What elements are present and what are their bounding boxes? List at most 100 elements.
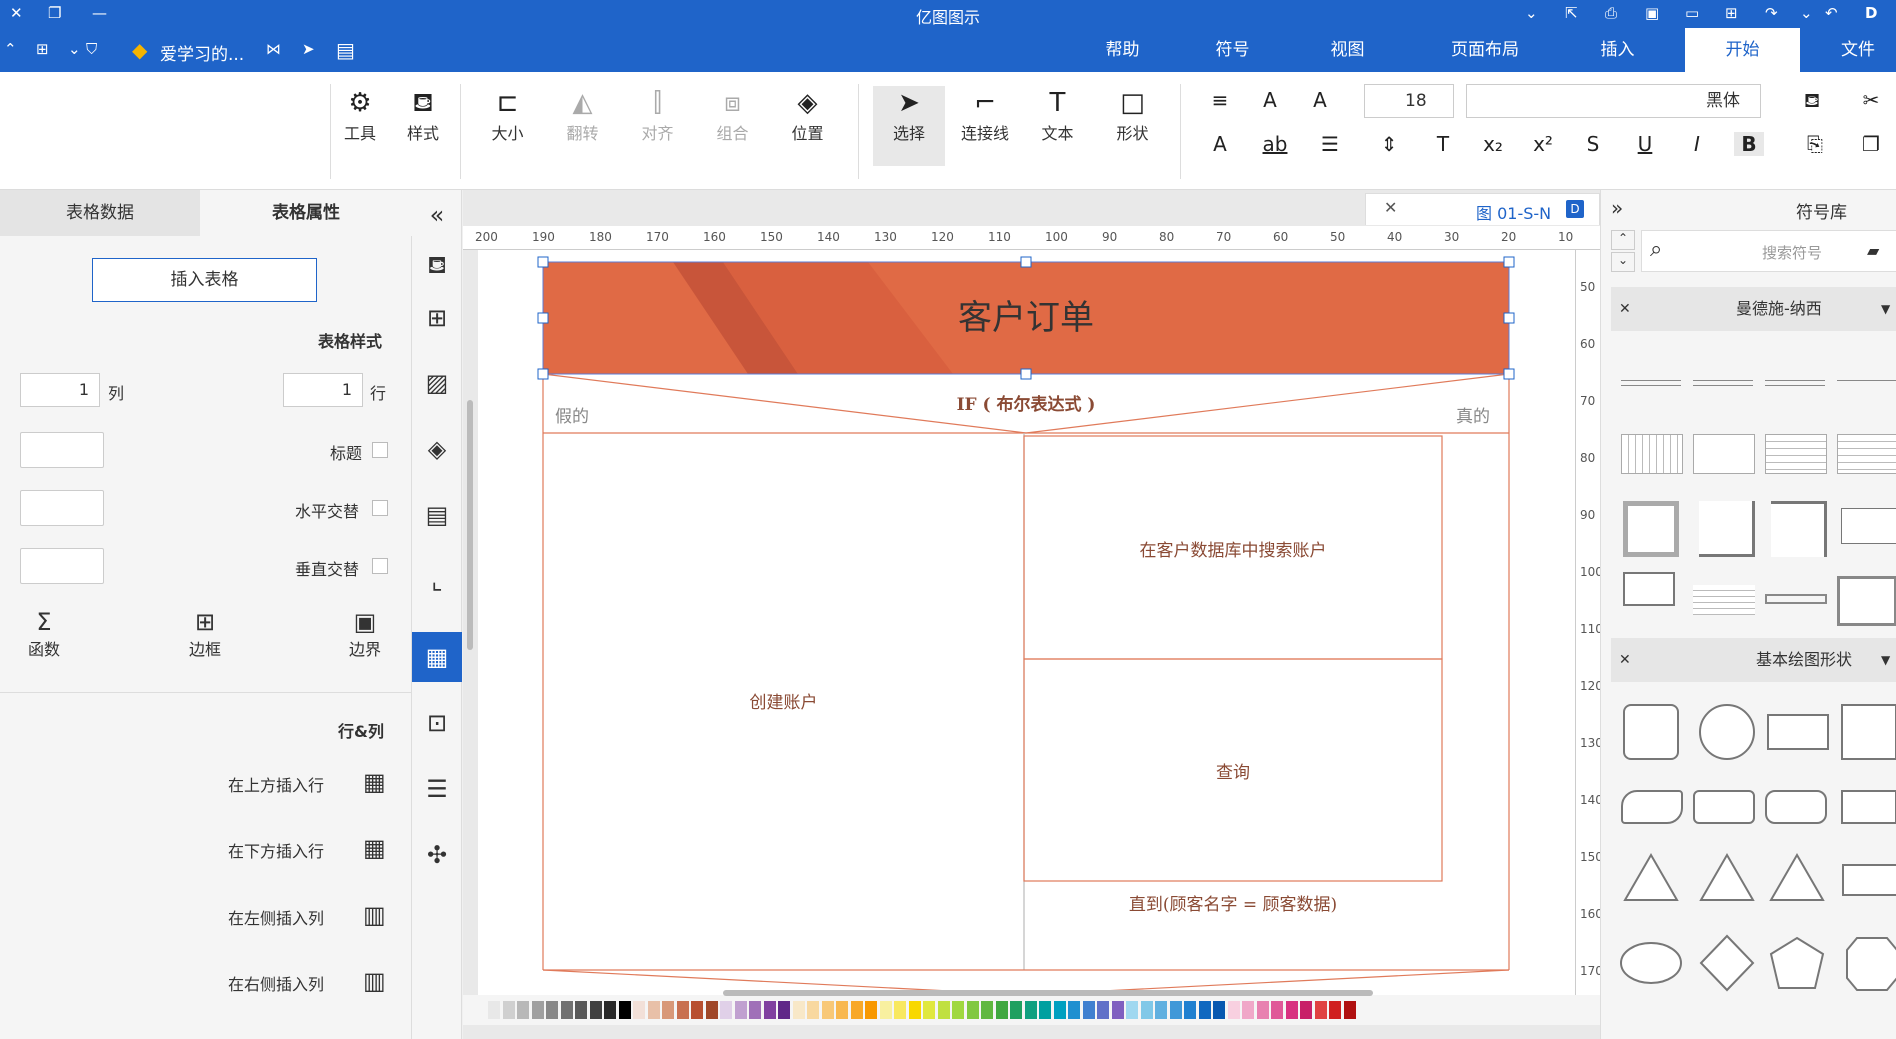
vertical-scrollbar[interactable]	[467, 400, 473, 650]
bold-icon[interactable]: B	[1734, 132, 1764, 156]
if-expression[interactable]: IF ( 布尔表达式 )	[543, 390, 1509, 415]
rounded-rect-shape[interactable]	[1693, 790, 1755, 824]
nassi-shape-7[interactable]	[1765, 434, 1827, 474]
palette-swatch[interactable]	[734, 1001, 747, 1019]
palette-swatch[interactable]	[749, 1001, 761, 1019]
palette-swatch[interactable]	[1169, 1001, 1182, 1019]
scroll-down-icon[interactable]: ⌄	[1611, 252, 1635, 272]
library-menu-icon[interactable]: ▰	[1867, 241, 1879, 260]
column-count-input[interactable]: 1	[20, 373, 100, 407]
text-direction-icon[interactable]: T	[1428, 132, 1458, 156]
diagram-title[interactable]: 客户订单	[543, 290, 1509, 339]
insert-right-item[interactable]: 在右侧插入列 ▥	[228, 967, 408, 995]
palette-swatch[interactable]	[560, 1001, 573, 1019]
palette-swatch[interactable]	[705, 1001, 718, 1019]
circle-shape[interactable]	[1699, 704, 1755, 760]
palette-swatch[interactable]	[502, 1001, 515, 1019]
palette-swatch[interactable]	[821, 1001, 834, 1019]
export-icon[interactable]: ⇱	[1565, 4, 1578, 22]
tools-button[interactable]: ⚙ 工具	[335, 86, 385, 144]
nassi-shape-9[interactable]	[1623, 501, 1679, 557]
palette-swatch[interactable]	[792, 1001, 805, 1019]
palette-swatch[interactable]	[1343, 1001, 1356, 1019]
underline-icon[interactable]: U	[1630, 132, 1660, 156]
color-palette[interactable]	[463, 995, 1600, 1025]
palette-swatch[interactable]	[1300, 1001, 1312, 1019]
nassi-shape-12[interactable]	[1841, 508, 1896, 544]
palette-swatch[interactable]	[517, 1001, 529, 1019]
position-button[interactable]: ◈ 位置	[780, 86, 835, 144]
close-tab-icon[interactable]: ✕	[1384, 198, 1397, 217]
image-icon[interactable]: ▨	[412, 358, 462, 408]
nassi-shape-2[interactable]	[1693, 380, 1753, 386]
nassi-shape-13[interactable]	[1693, 585, 1755, 615]
select-button[interactable]: ➤ 选择	[873, 86, 945, 166]
scroll-up-icon[interactable]: ⌃	[1611, 230, 1635, 250]
palette-swatch[interactable]	[647, 1001, 660, 1019]
palette-swatch[interactable]	[1024, 1001, 1037, 1019]
palette-swatch[interactable]	[1126, 1001, 1138, 1019]
insert-table-button[interactable]: 插入表格	[92, 258, 317, 302]
cut-icon[interactable]: ✂	[1856, 88, 1886, 112]
frame-button[interactable]: ⊞ 边框	[185, 608, 225, 660]
close-library-icon[interactable]: ✕	[1619, 287, 1631, 331]
style-button[interactable]: ⛾ 样式	[398, 86, 448, 144]
comment-icon[interactable]: ▤	[336, 38, 355, 62]
table-icon[interactable]: ▦	[412, 632, 462, 682]
palette-swatch[interactable]	[1184, 1001, 1196, 1019]
palette-swatch[interactable]	[604, 1001, 616, 1019]
shape-button[interactable]: □ 形状	[1105, 86, 1160, 144]
grid-icon[interactable]: ⊞	[412, 293, 462, 343]
palette-swatch[interactable]	[879, 1001, 892, 1019]
search-db-text[interactable]: 在客户数据库中搜索账户	[1024, 536, 1442, 561]
palette-swatch[interactable]	[676, 1001, 689, 1019]
font-family-select[interactable]: 黑体	[1466, 84, 1761, 118]
align-button[interactable]: ⫿ 对齐	[630, 86, 685, 144]
collapse-icon[interactable]: ▼	[1881, 638, 1890, 682]
nassi-shape-4[interactable]	[1837, 380, 1896, 386]
collapse-icon[interactable]: ▼	[1881, 287, 1890, 331]
insert-above-item[interactable]: 在上方插入行 ▦	[228, 768, 408, 796]
menu-help[interactable]: 帮助	[1085, 28, 1160, 72]
palette-swatch[interactable]	[1227, 1001, 1240, 1019]
layers-icon[interactable]: ◈	[412, 424, 462, 474]
nassi-shape-6[interactable]	[1693, 434, 1755, 474]
floorplan-icon[interactable]: ⊡	[412, 698, 462, 748]
font-grow-icon[interactable]: A	[1305, 88, 1335, 112]
nassi-shape-8[interactable]	[1837, 434, 1896, 474]
palette-swatch[interactable]	[1010, 1001, 1022, 1019]
palette-swatch[interactable]	[720, 1001, 732, 1019]
palette-swatch[interactable]	[966, 1001, 979, 1019]
until-condition-text[interactable]: 直到(顾客名字 = 顾客数据)	[1024, 890, 1442, 915]
collapse-panel-icon[interactable]: «	[412, 190, 462, 240]
row-count-input[interactable]: 1	[283, 373, 363, 407]
tab-table-properties[interactable]: 表格属性	[200, 190, 412, 236]
palette-swatch[interactable]	[691, 1001, 703, 1019]
v-alt-color-swatch[interactable]	[20, 548, 104, 584]
group-button[interactable]: ⧈ 组合	[705, 86, 760, 144]
create-account-text[interactable]: 创建账户	[543, 688, 1024, 713]
palette-swatch[interactable]	[865, 1001, 877, 1019]
palette-swatch[interactable]	[995, 1001, 1008, 1019]
paragraph-spacing-icon[interactable]: ⇕	[1374, 132, 1404, 156]
document-tab[interactable]: ✕ 图 01-S-N D	[1365, 193, 1600, 225]
menu-insert[interactable]: 插入	[1580, 28, 1655, 72]
menu-file[interactable]: 文件	[1820, 28, 1896, 72]
palette-swatch[interactable]	[981, 1001, 993, 1019]
open-icon[interactable]: ▭	[1685, 4, 1699, 22]
undo-dropdown-icon[interactable]: ⌄	[1800, 4, 1813, 22]
palette-swatch[interactable]	[937, 1001, 950, 1019]
h-alt-checkbox[interactable]	[372, 500, 388, 516]
palette-swatch[interactable]	[1242, 1001, 1254, 1019]
list-icon[interactable]: ☰	[1315, 132, 1345, 156]
menu-symbol[interactable]: 符号	[1195, 28, 1270, 72]
menu-page-layout[interactable]: 页面布局	[1430, 28, 1540, 72]
palette-swatch[interactable]	[836, 1001, 848, 1019]
superscript-icon[interactable]: x²	[1528, 132, 1558, 156]
rounded-rect-2-shape[interactable]	[1765, 790, 1827, 824]
nassi-shape-5[interactable]	[1621, 434, 1683, 474]
palette-swatch[interactable]	[1097, 1001, 1109, 1019]
menu-home[interactable]: 开始	[1685, 28, 1800, 72]
palette-swatch[interactable]	[908, 1001, 921, 1019]
rounded-square-shape[interactable]	[1623, 704, 1679, 760]
